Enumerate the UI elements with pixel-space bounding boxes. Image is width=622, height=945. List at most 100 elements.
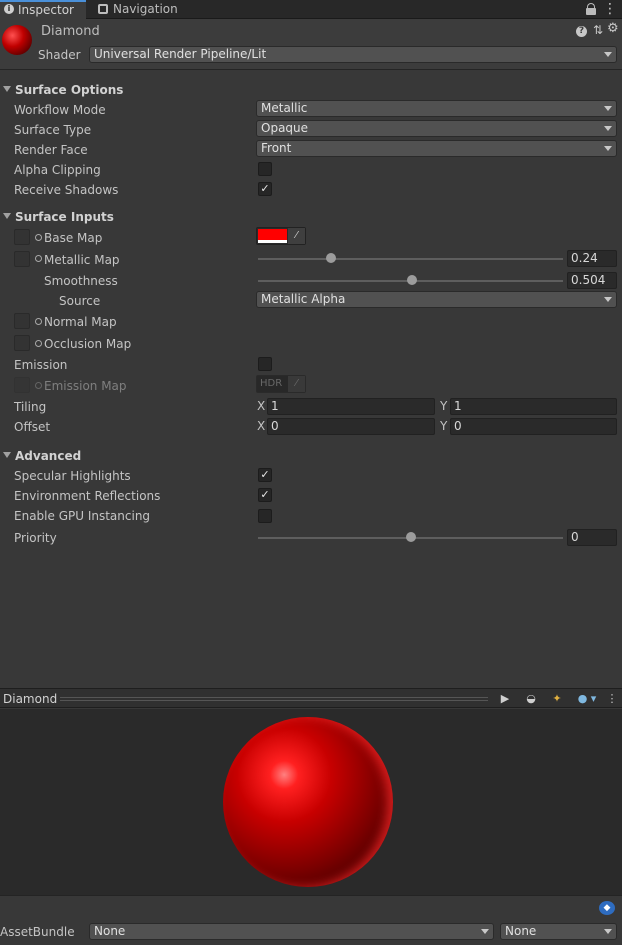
preview-title: Diamond bbox=[3, 692, 58, 706]
chevron-down-icon bbox=[604, 297, 612, 302]
base-color-swatch[interactable]: ⁄ bbox=[256, 227, 306, 245]
help-icon[interactable]: ? bbox=[576, 26, 587, 37]
object-picker-icon[interactable] bbox=[35, 234, 42, 241]
priority-label: Priority bbox=[14, 531, 57, 545]
tiling-label: Tiling bbox=[14, 400, 47, 414]
chevron-down-icon bbox=[604, 146, 612, 151]
occlusion-map-slot[interactable] bbox=[14, 335, 30, 351]
preset-icon[interactable]: ⇅ bbox=[593, 23, 603, 37]
tab-inspector[interactable]: i Inspector bbox=[0, 0, 86, 19]
preview-more-icon[interactable]: ⋮ bbox=[604, 690, 620, 707]
foldout-arrow-icon[interactable] bbox=[3, 213, 11, 219]
emission-map-slot bbox=[14, 377, 30, 393]
workflow-mode-value: Metallic bbox=[261, 101, 308, 115]
tag-icon[interactable]: ◆ bbox=[599, 901, 615, 915]
tiling-x-field[interactable]: 1 bbox=[267, 398, 435, 415]
normal-map-label: Normal Map bbox=[44, 315, 117, 329]
base-map-label: Base Map bbox=[44, 231, 103, 245]
workflow-mode-dropdown[interactable]: Metallic bbox=[256, 100, 617, 117]
smoothness-value-field[interactable]: 0.504 bbox=[567, 272, 617, 289]
smoothness-label: Smoothness bbox=[44, 274, 118, 288]
object-picker-icon[interactable] bbox=[35, 255, 42, 262]
source-value: Metallic Alpha bbox=[261, 292, 346, 306]
eyedropper-icon[interactable]: ⁄ bbox=[288, 228, 305, 244]
chevron-down-icon bbox=[604, 106, 612, 111]
object-picker-icon[interactable] bbox=[35, 340, 42, 347]
surface-inputs-header[interactable]: Surface Inputs bbox=[15, 209, 114, 225]
material-header: Diamond ? ⇅ ⚙ Shader Universal Render Pi… bbox=[0, 19, 622, 70]
gpu-instancing-checkbox[interactable] bbox=[258, 509, 272, 523]
tiling-y-field[interactable]: 1 bbox=[450, 398, 617, 415]
offset-y-axis-label: Y bbox=[440, 419, 448, 433]
priority-slider-handle[interactable] bbox=[405, 532, 416, 542]
preview-background-icon[interactable]: ● ▾ bbox=[572, 690, 602, 707]
asset-footer: ◆ AssetBundle None None bbox=[0, 895, 622, 945]
preview-sphere bbox=[223, 717, 393, 887]
render-face-label: Render Face bbox=[14, 143, 88, 157]
specular-highlights-label: Specular Highlights bbox=[14, 469, 131, 483]
receive-shadows-checkbox[interactable]: ✓ bbox=[258, 182, 272, 196]
offset-x-field[interactable]: 0 bbox=[267, 418, 435, 435]
surface-type-dropdown[interactable]: Opaque bbox=[256, 120, 617, 137]
source-dropdown[interactable]: Metallic Alpha bbox=[256, 291, 617, 308]
priority-value-field[interactable]: 0 bbox=[567, 529, 617, 546]
metallic-value-field[interactable]: 0.24 bbox=[567, 250, 617, 267]
offset-x-axis-label: X bbox=[257, 419, 266, 433]
render-face-dropdown[interactable]: Front bbox=[256, 140, 617, 157]
receive-shadows-label: Receive Shadows bbox=[14, 183, 119, 197]
base-map-slot[interactable] bbox=[14, 229, 30, 245]
emission-color-swatch: HDR ⁄ bbox=[256, 375, 306, 393]
material-thumbnail-icon bbox=[2, 25, 32, 55]
assetbundle-value: None bbox=[94, 924, 126, 938]
material-preview[interactable] bbox=[0, 709, 622, 895]
preview-lights-icon[interactable]: ✦ bbox=[546, 690, 568, 707]
metallic-map-slot[interactable] bbox=[14, 251, 30, 267]
foldout-arrow-icon[interactable] bbox=[3, 86, 11, 92]
gear-icon[interactable]: ⚙ bbox=[607, 22, 619, 36]
surface-options-header[interactable]: Surface Options bbox=[15, 82, 123, 98]
offset-label: Offset bbox=[14, 420, 51, 434]
chevron-down-icon bbox=[604, 126, 612, 131]
variant-dropdown[interactable]: None bbox=[500, 923, 617, 940]
surface-type-value: Opaque bbox=[261, 121, 309, 135]
metallic-slider-handle[interactable] bbox=[326, 253, 337, 263]
tab-bar: i Inspector Navigation ⋮ bbox=[0, 0, 622, 19]
lock-body bbox=[586, 8, 596, 15]
tiling-x-axis-label: X bbox=[257, 399, 266, 413]
chevron-down-icon bbox=[604, 52, 612, 57]
offset-y-field[interactable]: 0 bbox=[450, 418, 617, 435]
chevron-down-icon bbox=[481, 929, 489, 934]
tab-navigation[interactable]: Navigation bbox=[96, 0, 178, 19]
resize-handle[interactable] bbox=[60, 697, 488, 701]
chevron-down-icon bbox=[604, 929, 612, 934]
alpha-clipping-checkbox[interactable] bbox=[258, 162, 272, 176]
more-menu-icon[interactable]: ⋮ bbox=[603, 1, 617, 17]
object-picker-icon[interactable] bbox=[35, 318, 42, 325]
tiling-y-axis-label: Y bbox=[440, 399, 448, 413]
emission-label: Emission bbox=[14, 358, 68, 372]
navigation-icon bbox=[98, 4, 108, 14]
environment-reflections-checkbox[interactable]: ✓ bbox=[258, 488, 272, 502]
variant-value: None bbox=[505, 924, 537, 938]
play-icon[interactable]: ▶ bbox=[494, 690, 516, 707]
source-label: Source bbox=[59, 294, 101, 308]
metallic-slider-track[interactable] bbox=[258, 258, 563, 260]
surface-type-label: Surface Type bbox=[14, 123, 92, 137]
advanced-header[interactable]: Advanced bbox=[15, 448, 81, 464]
tab-inspector-label: Inspector bbox=[18, 3, 74, 17]
normal-map-slot[interactable] bbox=[14, 313, 30, 329]
alpha-clipping-label: Alpha Clipping bbox=[14, 163, 101, 177]
info-icon: i bbox=[4, 4, 14, 14]
emission-map-label: Emission Map bbox=[44, 379, 127, 393]
foldout-arrow-icon[interactable] bbox=[3, 452, 11, 458]
specular-highlights-checkbox[interactable]: ✓ bbox=[258, 468, 272, 482]
shader-dropdown[interactable]: Universal Render Pipeline/Lit bbox=[89, 46, 617, 63]
emission-checkbox[interactable] bbox=[258, 357, 272, 371]
object-picker-icon bbox=[35, 382, 42, 389]
assetbundle-dropdown[interactable]: None bbox=[89, 923, 494, 940]
preview-mesh-icon[interactable]: ◒ bbox=[520, 690, 542, 707]
smoothness-slider-handle[interactable] bbox=[406, 275, 417, 285]
occlusion-map-label: Occlusion Map bbox=[44, 337, 132, 351]
eyedropper-icon: ⁄ bbox=[288, 376, 305, 392]
render-face-value: Front bbox=[261, 141, 292, 155]
